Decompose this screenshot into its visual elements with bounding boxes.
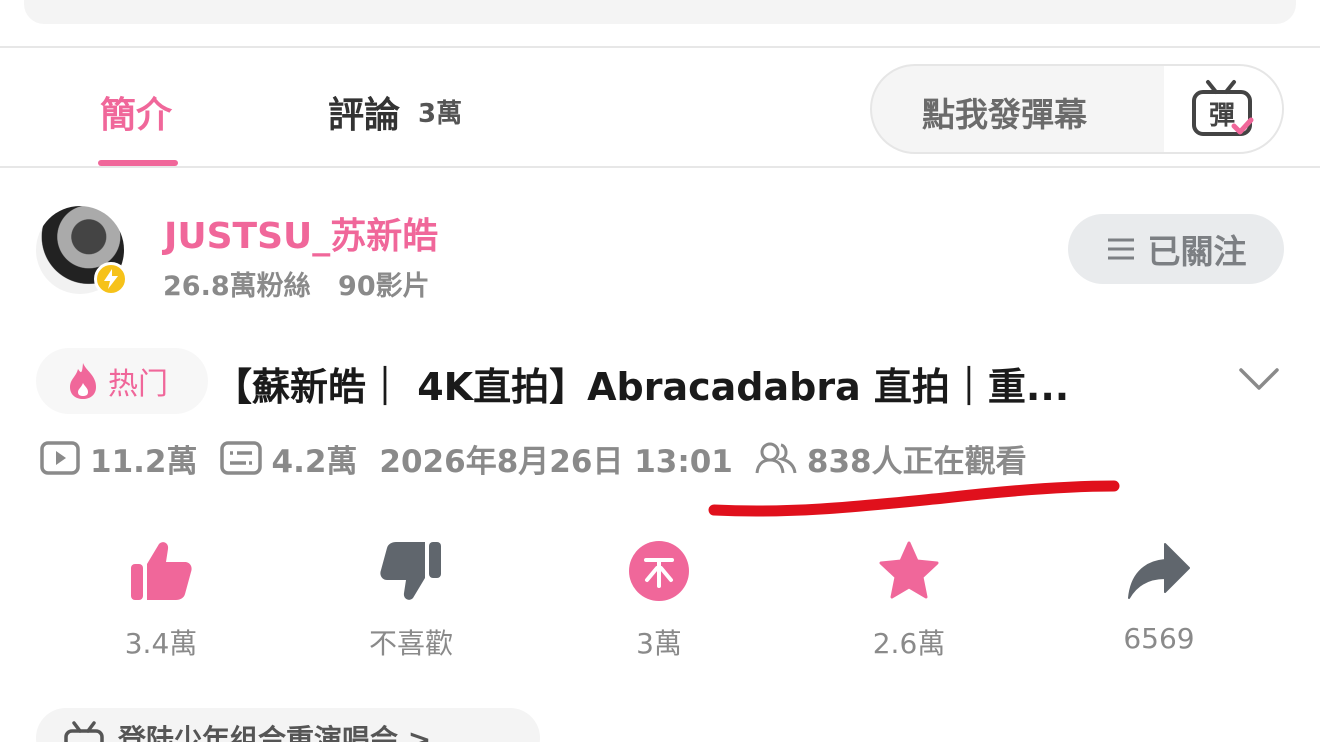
chevron-down-icon[interactable] xyxy=(1238,366,1280,392)
favorite-count: 2.6萬 xyxy=(872,627,946,660)
play-count: 11.2萬 xyxy=(40,436,198,481)
star-icon xyxy=(879,541,939,599)
share-button[interactable]: 6569 xyxy=(1084,540,1234,655)
divider xyxy=(0,46,1320,48)
thumbs-up-icon xyxy=(131,542,192,600)
video-count: 90影片 xyxy=(338,271,430,302)
coin-count: 3萬 xyxy=(636,627,682,660)
hot-badge: 热门 xyxy=(36,348,208,414)
follower-count: 26.8萬粉絲 xyxy=(163,271,311,302)
danmaku-tv-icon: 彈 xyxy=(1192,80,1254,136)
svg-text:彈: 彈 xyxy=(1209,101,1235,131)
related-event-label: 登陆少年组合重演唱会 > xyxy=(118,723,432,742)
danmaku-input[interactable]: 點我發彈幕 彈 xyxy=(870,64,1284,154)
related-event-pill[interactable]: 登陆少年组合重演唱会 > xyxy=(36,708,540,742)
tab-comments[interactable]: 評論 xyxy=(328,86,400,138)
hot-label: 热门 xyxy=(108,367,168,402)
share-arrow-icon xyxy=(1128,543,1190,599)
verified-lightning-icon xyxy=(94,262,128,296)
like-count: 3.4萬 xyxy=(124,627,198,660)
favorite-button[interactable]: 2.6萬 xyxy=(834,540,984,662)
dislike-label: 不喜歡 xyxy=(368,627,453,660)
video-detail-screen: 簡介 評論 3萬 點我發彈幕 彈 JUSTSU_苏新皓 26.8萬粉絲 90影片 xyxy=(0,0,1320,742)
uploader-stats: 26.8萬粉絲 90影片 xyxy=(163,264,448,303)
menu-lines-icon xyxy=(1107,238,1134,260)
thumbs-down-icon xyxy=(380,542,441,600)
publish-datetime: 2026年8月26日 13:01 xyxy=(379,443,733,480)
video-title: 【蘇新皓｜ 4K直拍】Abracadabra 直拍｜重... xyxy=(214,365,1070,409)
divider xyxy=(0,166,1320,168)
comments-count: 3萬 xyxy=(418,99,463,129)
play-icon xyxy=(40,441,80,475)
tab-intro[interactable]: 簡介 xyxy=(100,86,172,138)
danmaku-placeholder: 點我發彈幕 xyxy=(922,95,1087,134)
coin-button[interactable]: 3萬 xyxy=(584,540,734,662)
danmaku-toggle-button[interactable]: 彈 xyxy=(1164,66,1282,152)
danmaku-list-icon xyxy=(219,441,262,475)
top-bar-remnant xyxy=(24,0,1296,24)
share-count: 6569 xyxy=(1123,622,1195,655)
flame-icon xyxy=(70,363,96,399)
red-underline-annotation xyxy=(708,480,1120,517)
dislike-button[interactable]: 不喜歡 xyxy=(336,540,486,662)
event-icon xyxy=(64,721,104,742)
follow-button[interactable]: 已關注 xyxy=(1068,214,1284,284)
coin-icon xyxy=(629,541,689,601)
danmaku-count: 4.2萬 xyxy=(219,436,357,481)
follow-label: 已關注 xyxy=(1147,232,1247,271)
uploader-name[interactable]: JUSTSU_苏新皓 xyxy=(164,207,438,259)
like-button[interactable]: 3.4萬 xyxy=(86,540,236,662)
